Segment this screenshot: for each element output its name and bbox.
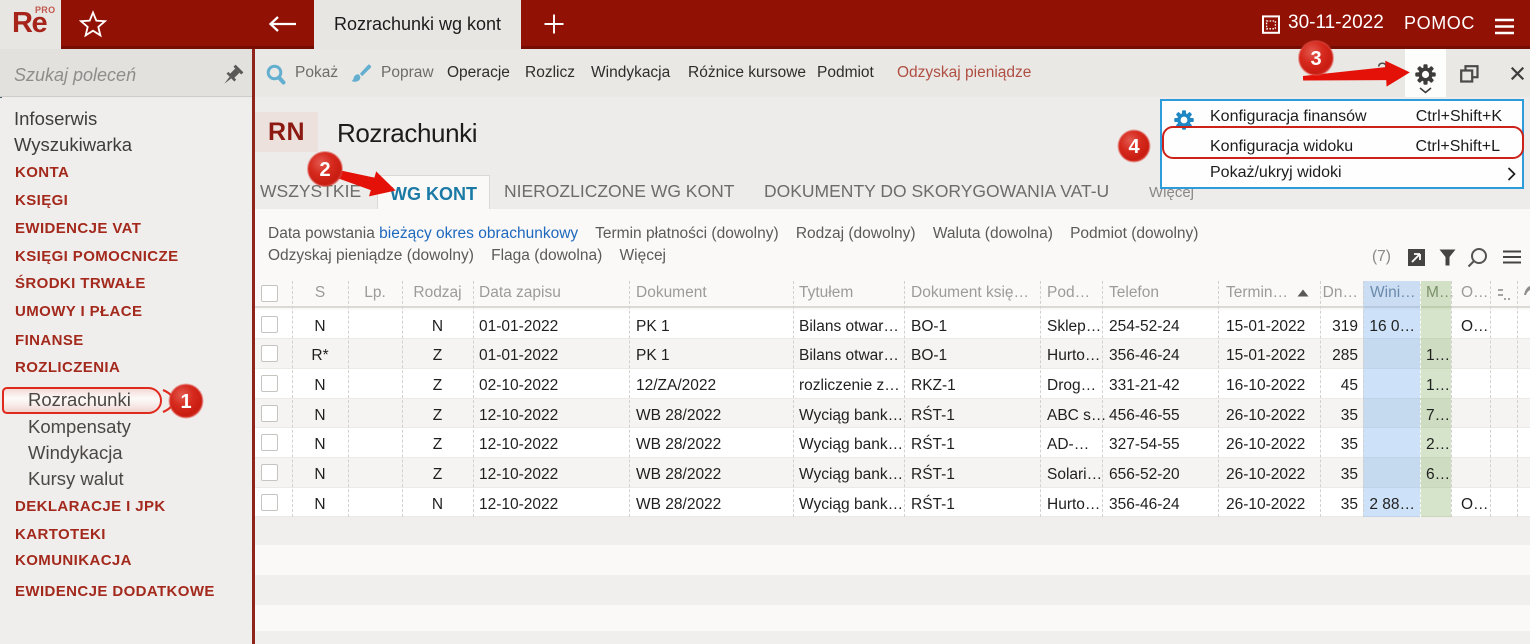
svg-text:1: 1 xyxy=(180,391,191,413)
svg-text:3: 3 xyxy=(1310,48,1321,70)
svg-text:4: 4 xyxy=(1128,136,1140,158)
svg-text:2: 2 xyxy=(319,159,330,181)
